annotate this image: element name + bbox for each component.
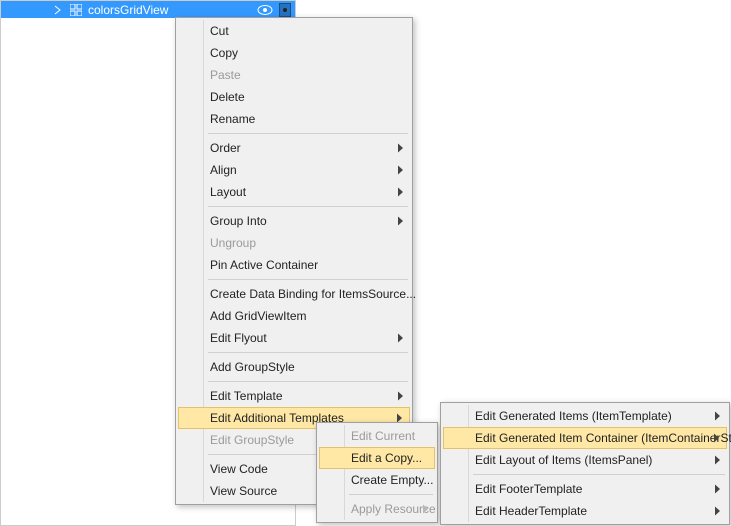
label: Edit Template bbox=[210, 389, 283, 403]
menu-item-edit-template[interactable]: Edit Template bbox=[178, 385, 410, 407]
menu-item-align[interactable]: Align bbox=[178, 159, 410, 181]
menu-separator bbox=[208, 206, 408, 207]
label: Edit a Copy... bbox=[351, 451, 422, 465]
submenu-arrow-icon bbox=[398, 334, 404, 343]
menu-item-rename[interactable]: Rename bbox=[178, 108, 410, 130]
label: View Code bbox=[210, 462, 268, 476]
menu-item-edit-layout-of-items[interactable]: Edit Layout of Items (ItemsPanel) bbox=[443, 449, 727, 471]
menu-separator bbox=[208, 352, 408, 353]
label: Edit FooterTemplate bbox=[475, 482, 582, 496]
menu-item-edit-flyout[interactable]: Edit Flyout bbox=[178, 327, 410, 349]
label: Order bbox=[210, 141, 241, 155]
submenu-arrow-icon bbox=[398, 188, 404, 197]
menu-item-cut[interactable]: Cut bbox=[178, 20, 410, 42]
menu-separator bbox=[349, 494, 433, 495]
submenu-arrow-icon bbox=[715, 485, 721, 494]
label: Edit Generated Item Container (ItemConta… bbox=[475, 431, 731, 445]
lock-toggle[interactable] bbox=[279, 3, 291, 17]
menu-separator bbox=[208, 133, 408, 134]
menu-item-add-groupstyle[interactable]: Add GroupStyle bbox=[178, 356, 410, 378]
label: Edit Flyout bbox=[210, 331, 267, 345]
submenu-edit-options: Edit Current Edit a Copy... Create Empty… bbox=[316, 422, 438, 523]
submenu-additional-templates: Edit Generated Items (ItemTemplate) Edit… bbox=[440, 402, 730, 525]
label: Edit GroupStyle bbox=[210, 433, 294, 447]
label: Add GroupStyle bbox=[210, 360, 295, 374]
menu-item-edit-footertemplate[interactable]: Edit FooterTemplate bbox=[443, 478, 727, 500]
menu-separator bbox=[208, 381, 408, 382]
submenu-arrow-icon bbox=[423, 505, 429, 514]
menu-item-pin-active-container[interactable]: Pin Active Container bbox=[178, 254, 410, 276]
label: Group Into bbox=[210, 214, 267, 228]
menu-separator bbox=[208, 279, 408, 280]
label: Paste bbox=[210, 68, 241, 82]
menu-item-add-gridviewitem[interactable]: Add GridViewItem bbox=[178, 305, 410, 327]
menu-item-edit-generated-items[interactable]: Edit Generated Items (ItemTemplate) bbox=[443, 405, 727, 427]
label: Create Data Binding for ItemsSource... bbox=[210, 287, 416, 301]
submenu-arrow-icon bbox=[715, 456, 721, 465]
visibility-eye-icon[interactable] bbox=[257, 4, 273, 16]
gridview-icon bbox=[69, 3, 83, 17]
menu-item-copy[interactable]: Copy bbox=[178, 42, 410, 64]
menu-item-apply-resource: Apply Resource bbox=[319, 498, 435, 520]
submenu-arrow-icon bbox=[715, 507, 721, 516]
menu-item-edit-headertemplate[interactable]: Edit HeaderTemplate bbox=[443, 500, 727, 522]
menu-item-order[interactable]: Order bbox=[178, 137, 410, 159]
label: Edit Current bbox=[351, 429, 415, 443]
submenu-arrow-icon bbox=[398, 392, 404, 401]
menu-item-edit-generated-item-container[interactable]: Edit Generated Item Container (ItemConta… bbox=[443, 427, 727, 449]
submenu-arrow-icon bbox=[714, 434, 720, 443]
label: Edit HeaderTemplate bbox=[475, 504, 587, 518]
outline-node-label: colorsGridView bbox=[88, 3, 168, 17]
menu-item-ungroup: Ungroup bbox=[178, 232, 410, 254]
submenu-arrow-icon bbox=[715, 412, 721, 421]
menu-item-create-empty[interactable]: Create Empty... bbox=[319, 469, 435, 491]
menu-item-group-into[interactable]: Group Into bbox=[178, 210, 410, 232]
label: Pin Active Container bbox=[210, 258, 318, 272]
label: Rename bbox=[210, 112, 255, 126]
label: Edit Layout of Items (ItemsPanel) bbox=[475, 453, 652, 467]
label: Cut bbox=[210, 24, 229, 38]
label: Delete bbox=[210, 90, 245, 104]
label: Align bbox=[210, 163, 237, 177]
menu-item-edit-current: Edit Current bbox=[319, 425, 435, 447]
label: Create Empty... bbox=[351, 473, 433, 487]
label: Layout bbox=[210, 185, 246, 199]
label: Edit Generated Items (ItemTemplate) bbox=[475, 409, 672, 423]
label: Ungroup bbox=[210, 236, 256, 250]
label: View Source bbox=[210, 484, 277, 498]
menu-item-layout[interactable]: Layout bbox=[178, 181, 410, 203]
submenu-arrow-icon bbox=[398, 217, 404, 226]
menu-item-paste: Paste bbox=[178, 64, 410, 86]
label: Add GridViewItem bbox=[210, 309, 307, 323]
menu-item-delete[interactable]: Delete bbox=[178, 86, 410, 108]
outline-node-colorsgridview[interactable]: colorsGridView bbox=[1, 1, 295, 18]
menu-item-create-data-binding[interactable]: Create Data Binding for ItemsSource... bbox=[178, 283, 410, 305]
submenu-arrow-icon bbox=[398, 144, 404, 153]
menu-item-edit-a-copy[interactable]: Edit a Copy... bbox=[319, 447, 435, 469]
label: Copy bbox=[210, 46, 238, 60]
menu-separator bbox=[473, 474, 725, 475]
expand-chevron-icon[interactable] bbox=[53, 5, 63, 15]
submenu-arrow-icon bbox=[398, 166, 404, 175]
